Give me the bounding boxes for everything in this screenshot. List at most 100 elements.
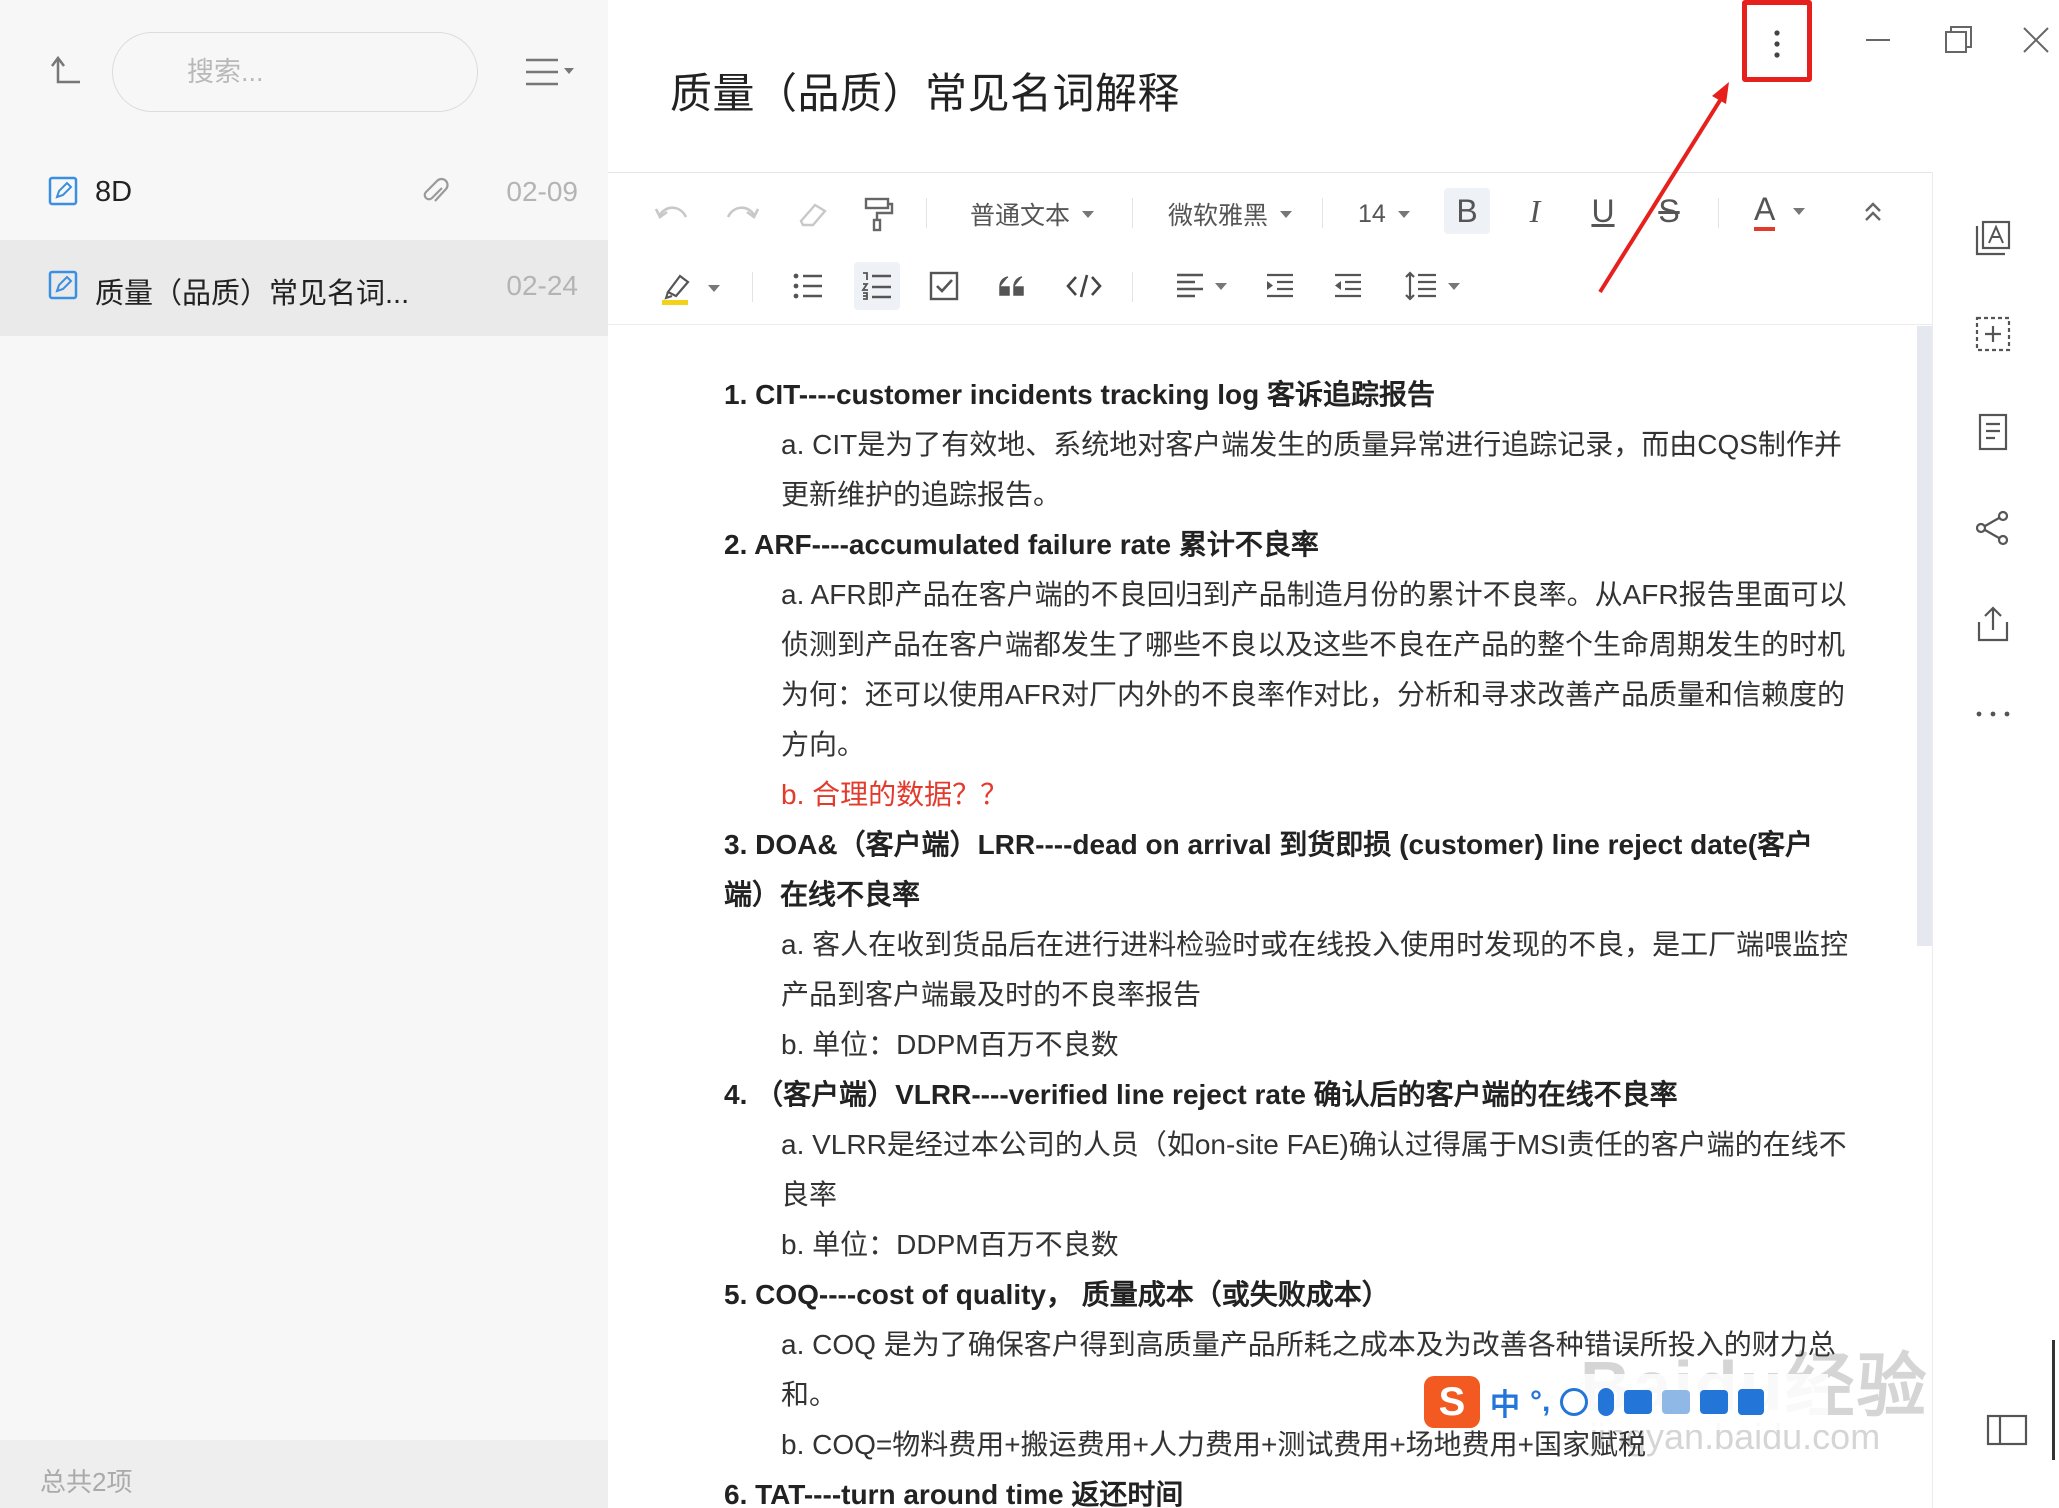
- content-line: 产品到客户端最及时的不良率报告: [781, 979, 1202, 1010]
- content-line: 为何：还可以使用AFR对厂内外的不良率作对比，分析和寻求改善产品质量和信赖度的: [781, 679, 1846, 710]
- note-list-item[interactable]: 8D 02-09: [0, 146, 608, 242]
- align-left-button[interactable]: [1166, 264, 1236, 308]
- chevron-down-icon: [708, 284, 720, 292]
- content-line: a. VLRR是经过本公司的人员（如on-site FAE)确认过得属于MSI责…: [781, 1129, 1847, 1160]
- attachment-icon: [420, 176, 450, 208]
- font-size-select[interactable]: 14: [1358, 194, 1410, 234]
- font-size-value: 14: [1358, 199, 1386, 228]
- font-color-button[interactable]: A: [1754, 186, 1806, 236]
- eraser-icon[interactable]: [790, 194, 834, 234]
- content-line: a. CIT是为了有效地、系统地对客户端发生的质量异常进行追踪记录，而由CQS制…: [781, 429, 1842, 460]
- content-line: 良率: [781, 1179, 838, 1210]
- grid-menu-icon[interactable]: [1738, 1389, 1765, 1415]
- chevron-down-icon: [1793, 207, 1806, 215]
- toolbar-separator: [1132, 272, 1133, 302]
- bold-icon: B: [1456, 192, 1478, 229]
- content-line: a. 客人在收到货品后在进行进料检验时或在线投入使用时发现的不良，是工厂端喂监控: [781, 929, 1849, 960]
- font-family-select[interactable]: 微软雅黑: [1168, 194, 1293, 234]
- toolbar-separator: [752, 272, 753, 302]
- content-heading: 1. CIT----customer incidents tracking lo…: [724, 379, 1435, 410]
- content-heading: 4. （客户端）VLRR----verified line reject rat…: [724, 1079, 1678, 1110]
- content-line-red: b. 合理的数据？？: [781, 779, 1009, 810]
- undo-icon[interactable]: [650, 194, 694, 234]
- content-line: b. 单位：DDPM百万不良数: [781, 1029, 1119, 1060]
- notes-sidebar: 8D 02-09 质量（品质）常见名词... 02-24 总共2项: [0, 0, 608, 1508]
- vertical-dots-icon: [1774, 30, 1780, 58]
- outline-document-icon[interactable]: [1973, 412, 2017, 456]
- keyboard-icon[interactable]: [1624, 1390, 1653, 1414]
- content-line: 方向。: [781, 729, 866, 760]
- toolbar-bottom-divider: [608, 324, 1988, 325]
- chevron-down-icon: [1280, 210, 1293, 218]
- note-date: 02-24: [506, 270, 578, 301]
- line-spacing-icon: [1405, 271, 1436, 301]
- chevron-down-icon: [1448, 282, 1460, 290]
- search-input[interactable]: [113, 33, 477, 111]
- outdent-icon[interactable]: [1326, 264, 1370, 308]
- paragraph-style-select[interactable]: 普通文本: [970, 194, 1095, 234]
- content-line: 更新维护的追踪报告。: [781, 479, 1062, 510]
- back-up-icon[interactable]: [44, 52, 84, 92]
- code-icon[interactable]: [1062, 264, 1106, 308]
- content-heading: 6. TAT----turn around time 返还时间: [724, 1479, 1184, 1508]
- redo-icon[interactable]: [720, 194, 764, 234]
- format-painter-icon[interactable]: [856, 192, 900, 236]
- sidebar-footer: 总共2项: [0, 1440, 608, 1508]
- ime-toolbar[interactable]: S 中 °,: [1418, 1374, 1828, 1430]
- numbered-list-icon[interactable]: [854, 262, 900, 310]
- line-spacing-button[interactable]: [1396, 262, 1468, 310]
- sogou-logo-icon[interactable]: S: [1424, 1376, 1480, 1428]
- highlight-button[interactable]: [654, 266, 726, 310]
- font-style-panel-icon[interactable]: [1973, 218, 2017, 262]
- toolbox-icon[interactable]: [1700, 1390, 1729, 1414]
- minimize-button[interactable]: [1856, 18, 1900, 62]
- note-edit-icon: [48, 270, 78, 300]
- content-heading: 3. DOA&（客户端）LRR----dead on arrival 到货即损 …: [724, 829, 1814, 860]
- note-title: 8D: [95, 176, 133, 208]
- chevron-down-icon: [1215, 282, 1227, 290]
- close-button[interactable]: [2014, 18, 2058, 62]
- italic-button[interactable]: I: [1512, 188, 1558, 234]
- more-horizontal-icon[interactable]: [1973, 704, 2017, 748]
- list-view-menu-icon[interactable]: [524, 54, 576, 90]
- share-icon[interactable]: [1973, 508, 2017, 552]
- restore-button[interactable]: [1936, 18, 1980, 62]
- font-color-icon: A: [1754, 191, 1776, 231]
- toolbar-divider: [608, 172, 1988, 173]
- highlighter-icon: [662, 274, 690, 305]
- toolbar-separator: [1132, 198, 1133, 228]
- note-edit-icon: [48, 176, 78, 206]
- collapse-toolbar-icon[interactable]: [1858, 194, 1888, 230]
- content-heading: 端）在线不良率: [724, 879, 921, 910]
- note-title: 质量（品质）常见名词...: [95, 278, 410, 310]
- microphone-icon[interactable]: [1598, 1388, 1615, 1416]
- strikethrough-button[interactable]: S: [1646, 188, 1692, 234]
- insert-block-icon[interactable]: [1973, 314, 2017, 358]
- bullet-list-icon[interactable]: [786, 264, 830, 308]
- ime-punctuation[interactable]: °,: [1530, 1385, 1550, 1419]
- more-options-button[interactable]: [1742, 0, 1812, 82]
- skin-icon[interactable]: [1662, 1390, 1691, 1414]
- content-line: b. 单位：DDPM百万不良数: [781, 1229, 1119, 1260]
- bold-button[interactable]: B: [1444, 188, 1490, 234]
- search-box[interactable]: [112, 32, 478, 112]
- scrollbar[interactable]: [1917, 326, 1932, 946]
- strikethrough-icon: S: [1658, 192, 1680, 229]
- document-title[interactable]: 质量（品质）常见名词解释: [670, 60, 1180, 121]
- underline-icon: U: [1591, 192, 1615, 229]
- quote-icon[interactable]: [990, 264, 1034, 308]
- content-line: a. AFR即产品在客户端的不良回归到产品制造月份的累计不良率。从AFR报告里面…: [781, 579, 1847, 610]
- emoji-icon[interactable]: [1560, 1388, 1589, 1416]
- checkbox-icon[interactable]: [922, 264, 966, 308]
- export-icon[interactable]: [1973, 604, 2017, 648]
- italic-icon: I: [1529, 192, 1541, 229]
- chevron-down-icon: [1082, 210, 1095, 218]
- toggle-sidebar-icon[interactable]: [1986, 1412, 2028, 1448]
- ime-mode[interactable]: 中: [1490, 1380, 1520, 1424]
- underline-button[interactable]: U: [1580, 188, 1626, 234]
- note-count: 总共2项: [40, 1467, 133, 1497]
- toolbar-separator: [926, 198, 927, 228]
- indent-icon[interactable]: [1258, 264, 1302, 308]
- note-list-item-selected[interactable]: 质量（品质）常见名词... 02-24: [0, 240, 608, 336]
- chevron-down-icon: [1397, 210, 1410, 218]
